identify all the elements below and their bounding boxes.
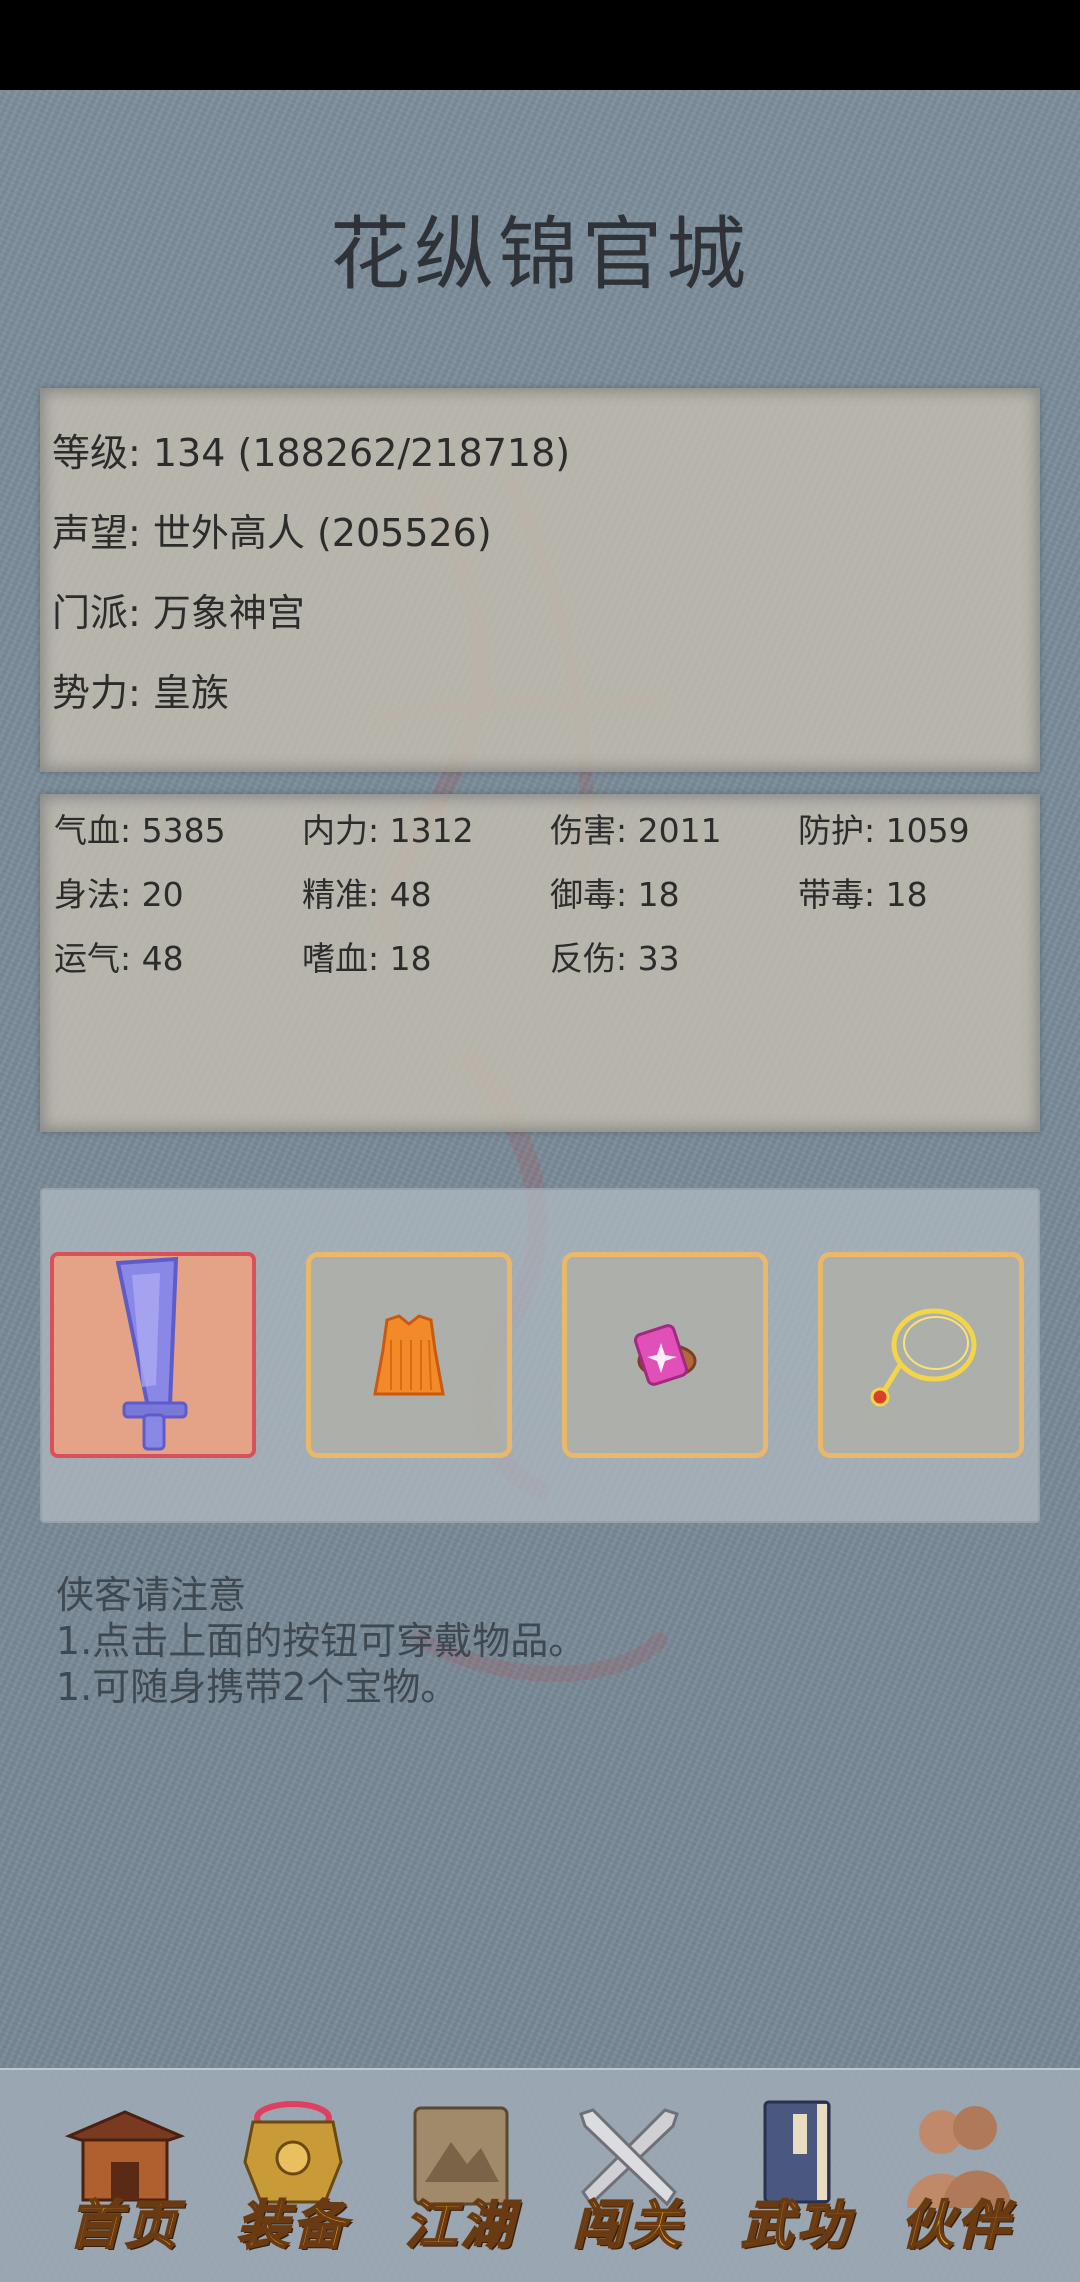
nav-home[interactable]: 首页 (50, 2082, 200, 2272)
nav-partner[interactable]: 伙伴 (882, 2082, 1032, 2272)
attributes-panel: 气血: 5385 内力: 1312 伤害: 2011 防护: 1059 身法: … (40, 794, 1040, 1132)
nav-martial[interactable]: 武功 (722, 2082, 872, 2272)
stat-poison-resist: 御毒: 18 (550, 875, 680, 914)
bottom-nav: 首页 装备 江湖 闯关 武功 伙伴 (0, 2068, 1080, 2282)
nav-equip[interactable]: 装备 (218, 2082, 368, 2272)
sword-icon (115, 1256, 188, 1451)
stat-lifesteal: 嗜血: 18 (302, 939, 432, 978)
nav-jianghu[interactable]: 江湖 (386, 2082, 536, 2272)
equipment-panel (40, 1188, 1040, 1523)
notice-line-1: 1.点击上面的按钮可穿戴物品。 (56, 1619, 587, 1663)
notice-line-2: 1.可随身携带2个宝物。 (56, 1665, 459, 1709)
sect-text: 门派: 万象神宫 (52, 591, 305, 635)
stat-luck: 运气: 48 (54, 939, 184, 978)
stat-damage: 伤害: 2011 (550, 811, 722, 850)
nav-stage[interactable]: 闯关 (554, 2082, 704, 2272)
notice-heading: 侠客请注意 (56, 1573, 247, 1617)
nav-jianghu-label: 江湖 (404, 2194, 517, 2257)
equip-slot-weapon[interactable] (50, 1252, 256, 1458)
status-bar (0, 0, 1080, 90)
reputation-text: 声望: 世外高人 (205526) (52, 511, 492, 555)
stat-agility: 身法: 20 (54, 875, 184, 914)
stat-poison: 带毒: 18 (798, 875, 928, 914)
stat-defense: 防护: 1059 (798, 811, 970, 850)
level-text: 等级: 134 (188262/218718) (52, 431, 571, 475)
nav-partner-label: 伙伴 (900, 2194, 1013, 2257)
nav-stage-label: 闯关 (572, 2194, 685, 2257)
robe-icon (373, 1314, 445, 1396)
gem-icon (634, 1324, 697, 1386)
stat-reflect: 反伤: 33 (550, 939, 680, 978)
stat-mp: 内力: 1312 (302, 811, 474, 850)
nav-home-label: 首页 (68, 2194, 181, 2257)
equip-slot-accessory[interactable] (818, 1252, 1024, 1458)
nav-martial-label: 武功 (740, 2194, 853, 2257)
nav-equip-label: 装备 (236, 2194, 349, 2257)
stat-hp: 气血: 5385 (54, 811, 226, 850)
equip-slot-armor[interactable] (306, 1252, 512, 1458)
equip-slot-treasure[interactable] (562, 1252, 768, 1458)
page-title: 花纵锦官城 (330, 208, 750, 301)
character-info-panel: 等级: 134 (188262/218718) 声望: 世外高人 (205526… (40, 388, 1040, 772)
faction-text: 势力: 皇族 (52, 671, 229, 715)
notice-text: 侠客请注意 1.点击上面的按钮可穿戴物品。 1.可随身携带2个宝物。 (56, 1572, 586, 1710)
necklace-icon (870, 1308, 977, 1407)
stat-accuracy: 精准: 48 (302, 875, 432, 914)
